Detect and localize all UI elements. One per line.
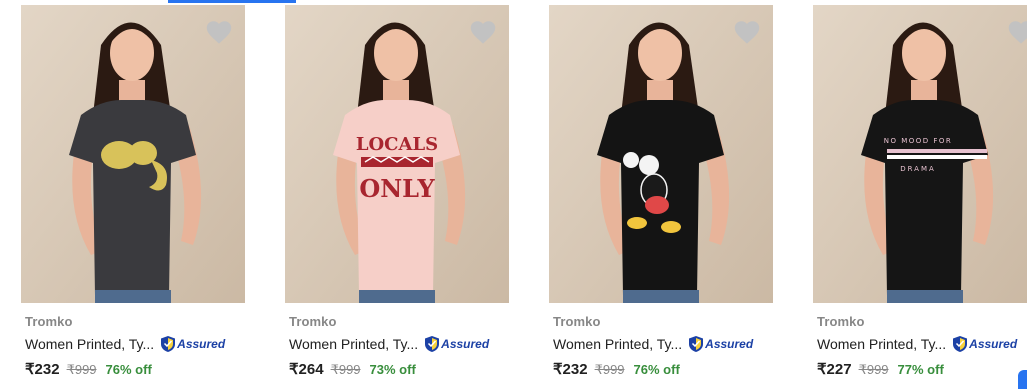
print-text-bottom: ONLY — [359, 174, 435, 203]
product-card[interactable]: LOCALS ONLY Tromko Women Printed, Ty... … — [285, 5, 509, 389]
shield-icon — [161, 336, 176, 352]
product-title[interactable]: Women Printed, Ty... — [25, 336, 154, 352]
original-price: ₹999 — [594, 362, 625, 377]
heart-icon[interactable] — [1007, 19, 1027, 45]
shield-icon — [689, 336, 704, 352]
original-price: ₹999 — [66, 362, 97, 377]
assured-label: Assured — [441, 337, 490, 351]
discount-percent: 77% off — [897, 362, 944, 377]
product-image[interactable]: NO MOOD FOR DRAMA — [813, 5, 1027, 303]
assured-badge: Assured — [160, 335, 225, 353]
assured-label: Assured — [705, 337, 754, 351]
product-title[interactable]: Women Printed, Ty... — [289, 336, 418, 352]
original-price: ₹999 — [858, 362, 889, 377]
discount-percent: 73% off — [369, 362, 416, 377]
product-grid: Tromko Women Printed, Ty... Assured ₹232… — [0, 0, 1027, 389]
floating-action-button[interactable] — [1018, 370, 1027, 389]
product-title[interactable]: Women Printed, Ty... — [553, 336, 682, 352]
product-card[interactable]: Tromko Women Printed, Ty... Assured ₹232… — [21, 5, 245, 389]
discount-percent: 76% off — [633, 362, 680, 377]
print-text-bottom: DRAMA — [900, 165, 936, 173]
product-image[interactable] — [21, 5, 245, 303]
product-brand: Tromko — [553, 314, 601, 329]
shield-icon — [425, 336, 440, 352]
product-title[interactable]: Women Printed, Ty... — [817, 336, 946, 352]
product-brand: Tromko — [25, 314, 73, 329]
original-price: ₹999 — [330, 362, 361, 377]
shield-icon — [953, 336, 968, 352]
selling-price: ₹232 — [553, 361, 588, 378]
product-card[interactable]: Tromko Women Printed, Ty... Assured ₹232… — [549, 5, 773, 389]
product-brand: Tromko — [289, 314, 337, 329]
product-image[interactable]: LOCALS ONLY — [285, 5, 509, 303]
heart-icon[interactable] — [205, 19, 233, 45]
product-card[interactable]: NO MOOD FOR DRAMA Tromko Women Printed, … — [813, 5, 1027, 389]
product-brand: Tromko — [817, 314, 865, 329]
assured-label: Assured — [177, 337, 226, 351]
selling-price: ₹227 — [817, 361, 852, 378]
discount-percent: 76% off — [105, 362, 152, 377]
assured-badge: Assured — [688, 335, 753, 353]
heart-icon[interactable] — [469, 19, 497, 45]
print-text-top: NO MOOD FOR — [884, 137, 953, 145]
product-image[interactable] — [549, 5, 773, 303]
selling-price: ₹232 — [25, 361, 60, 378]
assured-label: Assured — [969, 337, 1018, 351]
assured-badge: Assured — [952, 335, 1017, 353]
print-text-top: LOCALS — [356, 134, 438, 155]
heart-icon[interactable] — [733, 19, 761, 45]
selling-price: ₹264 — [289, 361, 324, 378]
assured-badge: Assured — [424, 335, 489, 353]
